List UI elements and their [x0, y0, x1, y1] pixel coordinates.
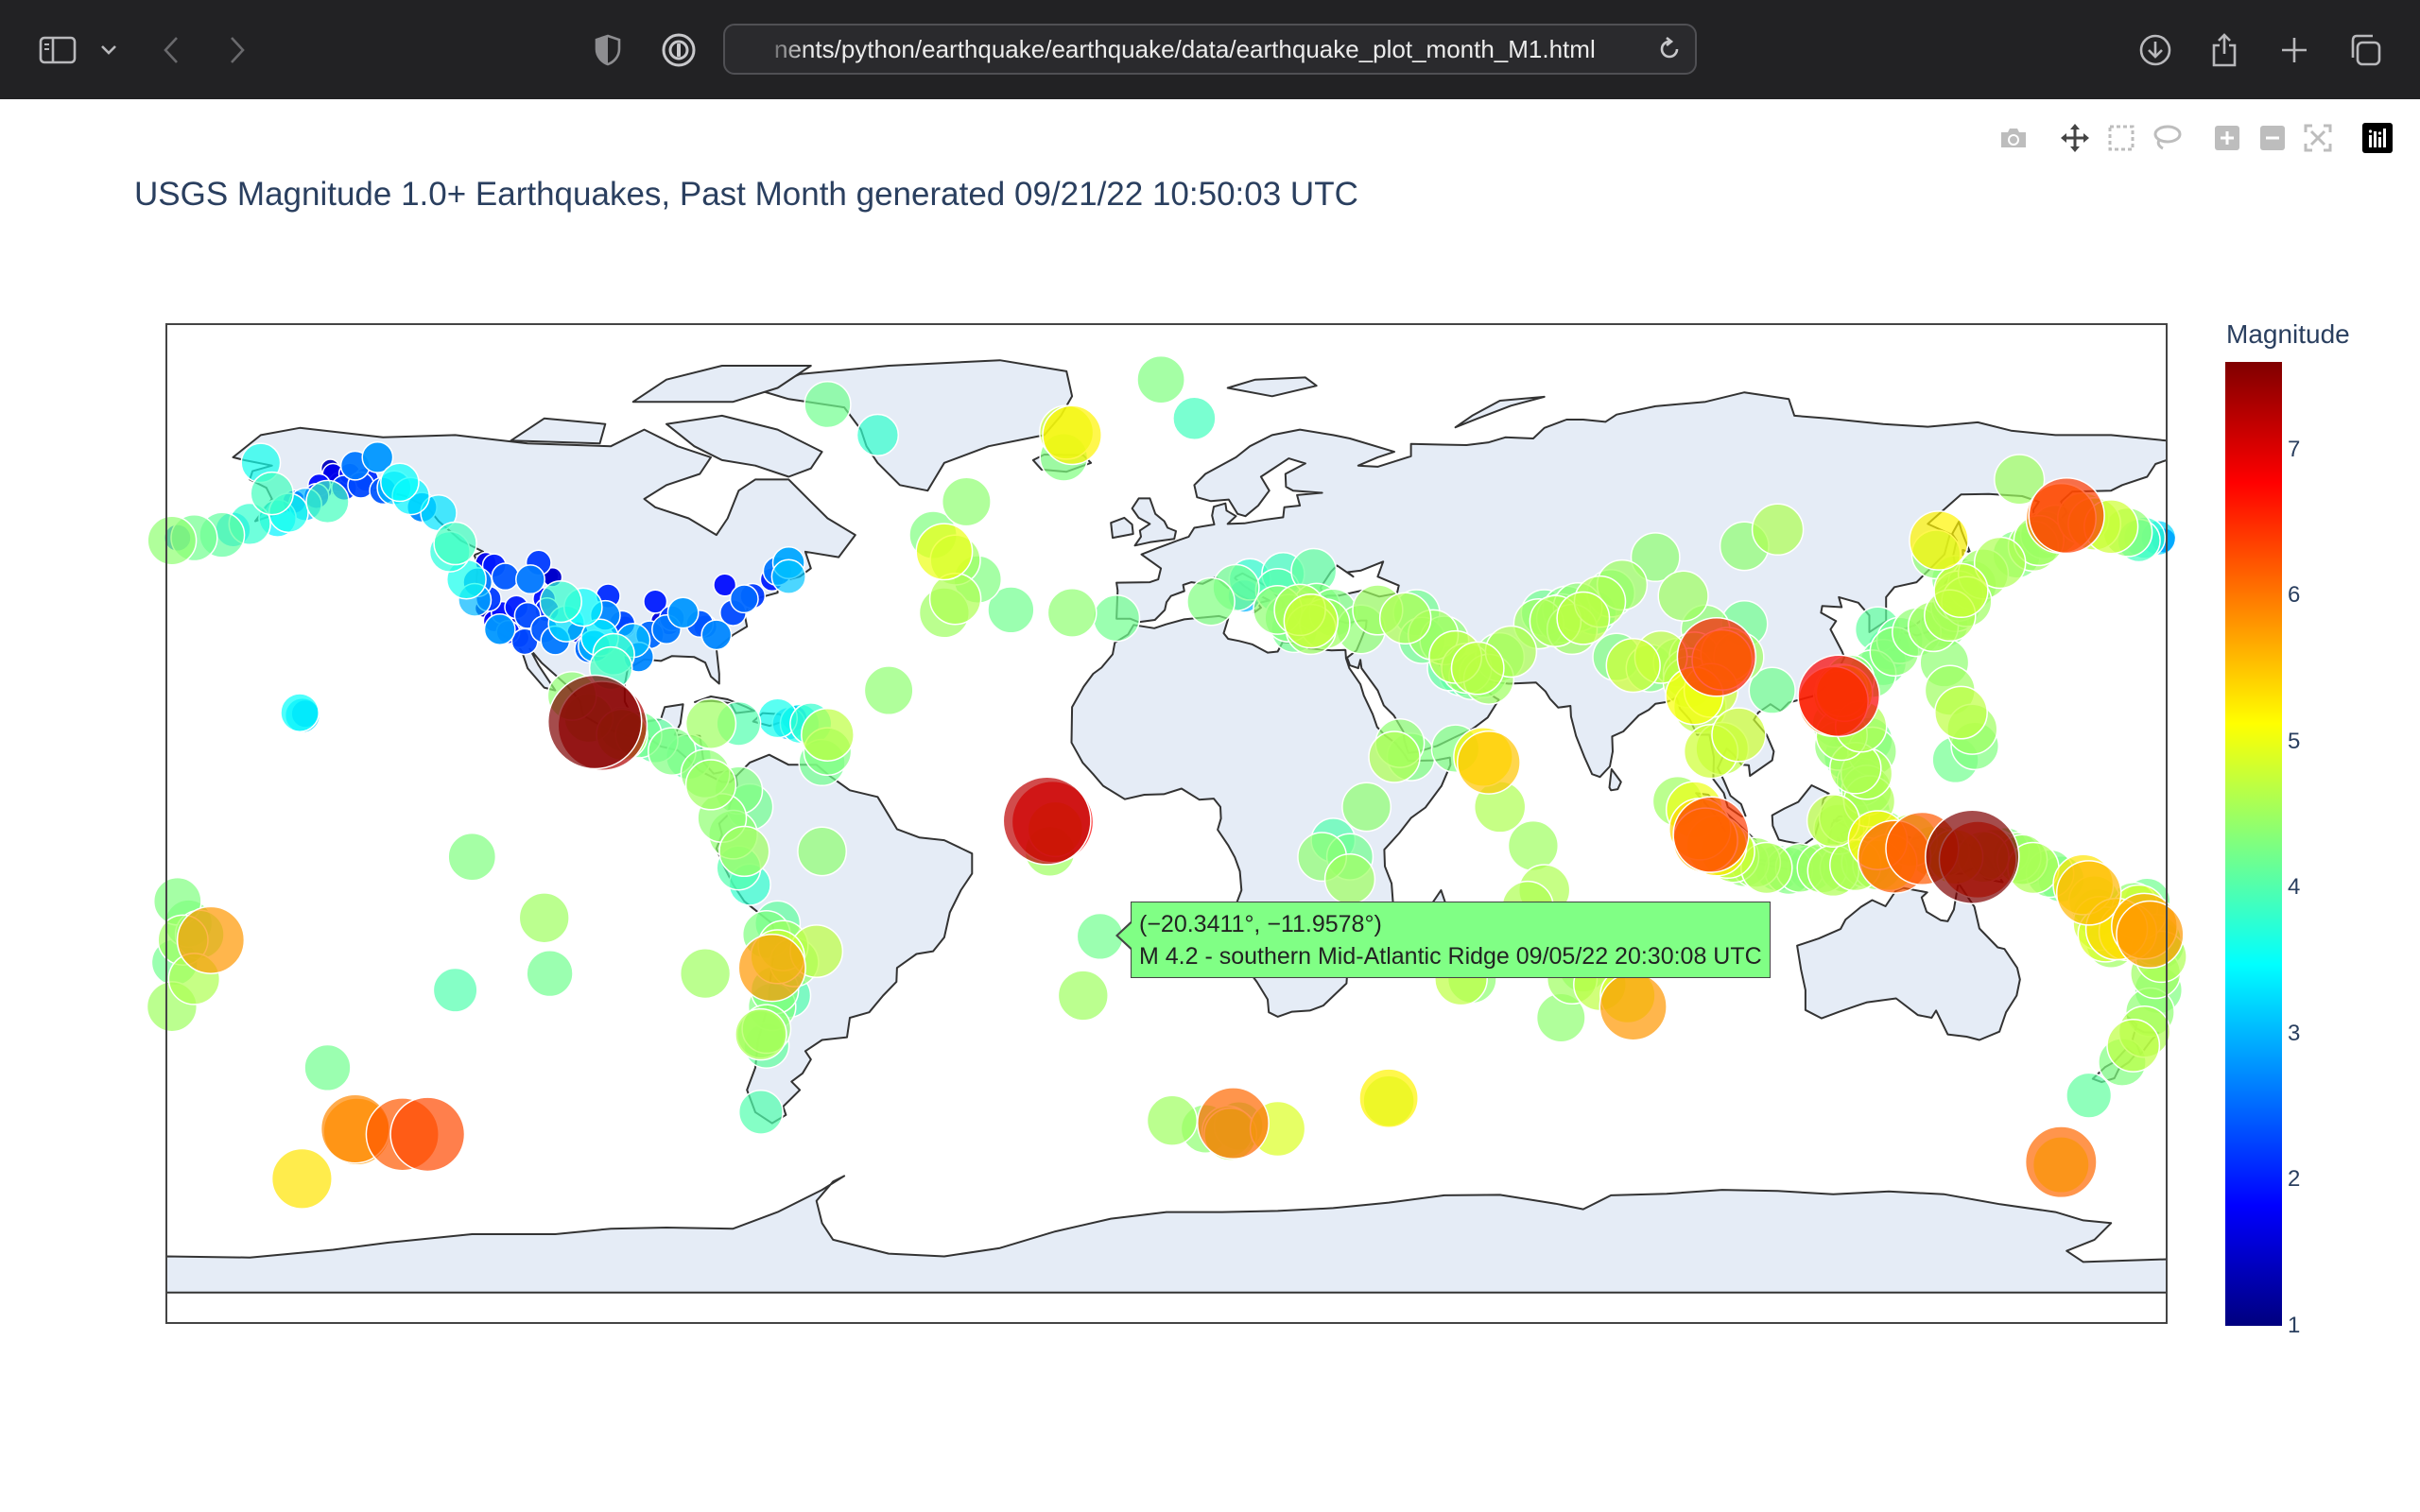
earthquake-point[interactable]	[1909, 510, 1969, 571]
hover-tooltip: (−20.3411°, −11.9578°) M 4.2 - southern …	[1115, 902, 1771, 978]
earthquake-point[interactable]	[1057, 970, 1109, 1022]
earthquake-point[interactable]	[1711, 707, 1767, 763]
geo-map[interactable]	[0, 0, 2420, 1512]
earthquake-point[interactable]	[679, 947, 732, 1000]
earthquake-point[interactable]	[2066, 1072, 2113, 1119]
earthquake-point[interactable]	[1136, 354, 1185, 404]
earthquake-point[interactable]	[1368, 730, 1421, 783]
earthquake-point[interactable]	[1092, 594, 1141, 643]
earthquake-point[interactable]	[737, 934, 806, 1003]
colorbar-tick-label: 5	[2288, 728, 2301, 754]
earthquake-point[interactable]	[518, 892, 570, 944]
earthquake-point[interactable]	[176, 905, 246, 974]
earthquake-point[interactable]	[539, 579, 582, 624]
earthquake-point[interactable]	[546, 674, 643, 770]
colorbar-tick-label: 2	[2288, 1166, 2301, 1193]
earthquake-point[interactable]	[735, 1007, 787, 1061]
earthquake-point[interactable]	[700, 619, 733, 651]
colorbar-tick-label: 4	[2288, 874, 2301, 901]
earthquake-point[interactable]	[1605, 637, 1661, 694]
earthquake-point[interactable]	[915, 523, 974, 581]
earthquake-point[interactable]	[2024, 1125, 2098, 1199]
earthquake-point[interactable]	[1450, 641, 1505, 696]
earthquake-point[interactable]	[2106, 1018, 2161, 1073]
earthquake-point[interactable]	[526, 949, 574, 998]
earthquake-point[interactable]	[928, 572, 982, 626]
earthquake-point[interactable]	[718, 825, 770, 878]
earthquake-point[interactable]	[666, 596, 700, 629]
earthquake-point[interactable]	[2116, 900, 2185, 970]
earthquake-point[interactable]	[1797, 654, 1881, 738]
colorbar-title: Magnitude	[2226, 319, 2350, 349]
earthquake-point[interactable]	[804, 380, 852, 429]
earthquake-point[interactable]	[1556, 591, 1611, 645]
earthquake-point[interactable]	[1283, 593, 1339, 649]
earthquake-point[interactable]	[684, 697, 737, 749]
earthquake-point[interactable]	[270, 1147, 333, 1210]
earthquake-point[interactable]	[303, 1043, 352, 1092]
colorbar-tick-label: 1	[2288, 1313, 2301, 1338]
earthquake-point[interactable]	[1456, 730, 1521, 795]
earthquake-point[interactable]	[1933, 562, 1989, 619]
earthquake-point[interactable]	[515, 564, 545, 595]
tooltip-coords: (−20.3411°, −11.9578°)	[1139, 911, 1382, 937]
earthquake-point[interactable]	[801, 708, 855, 762]
earthquake-point[interactable]	[1046, 587, 1098, 638]
earthquake-point[interactable]	[1197, 1087, 1270, 1160]
earthquake-point[interactable]	[2055, 860, 2122, 926]
earthquake-point[interactable]	[483, 613, 516, 645]
earthquake-point[interactable]	[380, 462, 420, 503]
earthquake-point[interactable]	[1925, 809, 2020, 904]
earthquake-point[interactable]	[1934, 685, 1988, 740]
earthquake-point[interactable]	[1676, 617, 1757, 697]
earthquake-point[interactable]	[1146, 1094, 1199, 1146]
earthquake-point[interactable]	[1323, 853, 1376, 905]
tooltip-detail: M 4.2 - southern Mid-Atlantic Ridge 09/0…	[1139, 943, 1762, 970]
earthquake-point[interactable]	[684, 759, 737, 811]
earthquake-point[interactable]	[1599, 972, 1668, 1041]
colorbar-tick-label: 3	[2288, 1020, 2301, 1046]
earthquake-point[interactable]	[1186, 576, 1236, 627]
earthquake-point[interactable]	[305, 479, 350, 524]
earthquake-point[interactable]	[1358, 1068, 1419, 1129]
earthquake-point[interactable]	[1751, 503, 1805, 557]
earthquake-point[interactable]	[2028, 476, 2105, 555]
earthquake-point[interactable]	[1002, 776, 1092, 866]
colorbar-tick-label: 7	[2288, 436, 2301, 462]
earthquake-point[interactable]	[856, 413, 900, 457]
earthquake-point[interactable]	[797, 826, 848, 877]
earthquake-point[interactable]	[1042, 404, 1102, 466]
earthquake-point[interactable]	[491, 562, 520, 592]
earthquake-point[interactable]	[250, 471, 294, 516]
earthquake-point[interactable]	[432, 967, 478, 1013]
earthquake-point[interactable]	[433, 521, 477, 566]
earthquake-point[interactable]	[1172, 396, 1217, 441]
earthquake-point[interactable]	[1672, 796, 1750, 873]
earthquake-point[interactable]	[147, 515, 198, 566]
earthquake-point[interactable]	[729, 584, 759, 614]
earthquake-point[interactable]	[1341, 782, 1392, 833]
colorbar-tick-label: 6	[2288, 582, 2301, 609]
earthquake-point[interactable]	[1378, 592, 1432, 644]
earthquake-point[interactable]	[1507, 819, 1560, 872]
earthquake-point[interactable]	[1657, 570, 1709, 622]
earthquake-point[interactable]	[737, 1089, 784, 1135]
earthquake-point[interactable]	[941, 476, 992, 527]
earthquake-point[interactable]	[280, 693, 320, 732]
earthquake-point[interactable]	[447, 832, 497, 882]
earthquake-point[interactable]	[863, 665, 914, 716]
earthquake-point[interactable]	[770, 558, 806, 594]
colorbar	[2225, 362, 2282, 1326]
earthquake-point[interactable]	[389, 1096, 466, 1173]
